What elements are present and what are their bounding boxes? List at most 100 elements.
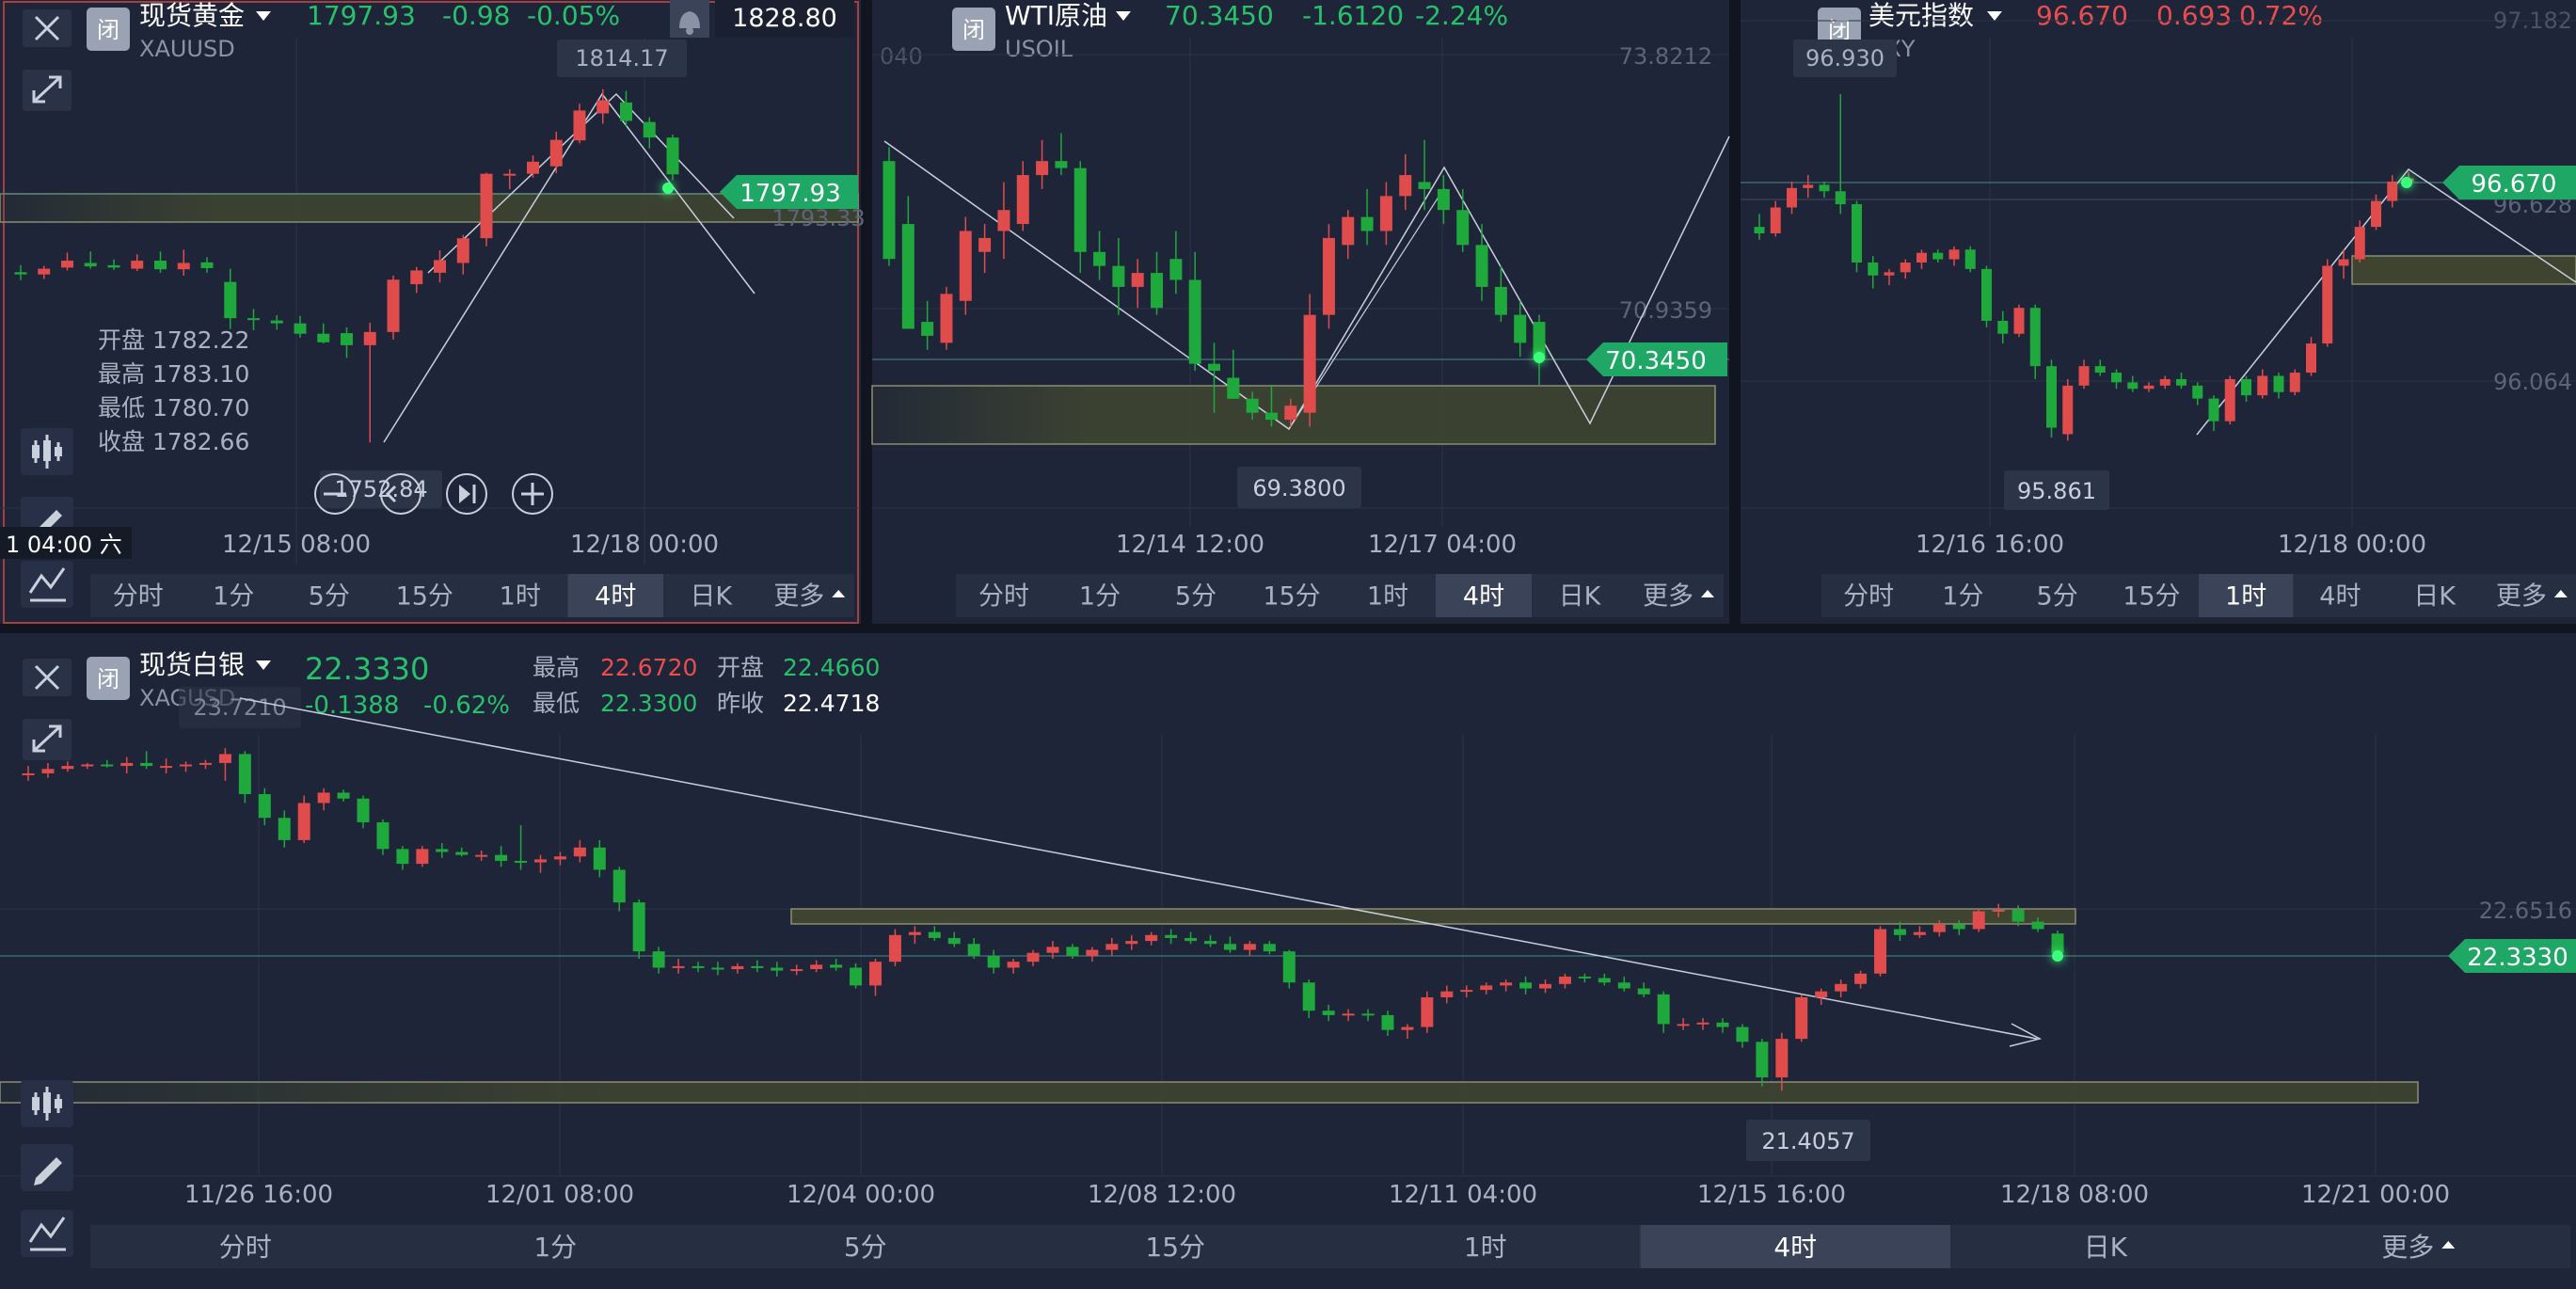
tab-3[interactable]: 15分 bbox=[1145, 1232, 1205, 1263]
instrument-name[interactable]: 美元指数 bbox=[1868, 0, 1974, 31]
candle-body bbox=[1795, 997, 1808, 1040]
tab-label: 日K bbox=[2413, 582, 2457, 612]
candle-body bbox=[883, 161, 896, 260]
high-marker-label: 96.930 bbox=[1805, 45, 1884, 72]
candle-body bbox=[154, 261, 167, 270]
tab-1[interactable]: 1分 bbox=[533, 1232, 577, 1263]
candle-body bbox=[652, 951, 665, 968]
tab-3[interactable]: 15分 bbox=[1263, 582, 1320, 612]
x-tick: 12/15 08:00 bbox=[222, 531, 371, 559]
bell-icon[interactable] bbox=[670, 0, 709, 38]
tab-2[interactable]: 5分 bbox=[309, 582, 350, 612]
x-tick: 12/08 12:00 bbox=[1088, 1181, 1236, 1209]
tab-2[interactable]: 5分 bbox=[1175, 582, 1216, 612]
tab-4[interactable]: 1时 bbox=[1367, 582, 1408, 612]
tab-1[interactable]: 1分 bbox=[1079, 582, 1121, 612]
candle-body bbox=[410, 270, 423, 285]
candle-body bbox=[1815, 991, 1828, 998]
candle-body bbox=[731, 965, 744, 970]
instrument-symbol: USOIL bbox=[1005, 36, 1073, 62]
tab-5[interactable]: 4时 bbox=[567, 574, 664, 617]
candle bbox=[1972, 908, 1985, 932]
candle-body bbox=[692, 965, 705, 968]
candle-body bbox=[771, 967, 784, 971]
candle-body bbox=[1519, 982, 1533, 989]
tab-5[interactable]: 4时 bbox=[1640, 1225, 1951, 1268]
close-icon[interactable] bbox=[23, 659, 72, 696]
tab-label: 更多 bbox=[2381, 1232, 2434, 1263]
tab-0[interactable]: 分时 bbox=[113, 582, 164, 612]
candle-body bbox=[2143, 385, 2155, 390]
candle-body bbox=[1055, 161, 1068, 168]
instrument-name[interactable]: WTI原油 bbox=[1005, 0, 1107, 31]
candle-body bbox=[1819, 184, 1830, 192]
candle-body bbox=[1066, 947, 1079, 956]
candle-body bbox=[573, 847, 586, 857]
candle-body bbox=[1381, 1014, 1394, 1030]
tab-0[interactable]: 分时 bbox=[1843, 582, 1894, 612]
candle-body bbox=[1401, 1026, 1414, 1030]
candle-body bbox=[1302, 982, 1315, 1011]
candle-body bbox=[363, 331, 376, 345]
candle-body bbox=[2159, 378, 2171, 386]
candle bbox=[387, 275, 400, 340]
expand-icon[interactable] bbox=[23, 719, 72, 760]
indicator-icon[interactable] bbox=[21, 1210, 73, 1257]
instrument-name[interactable]: 现货白银 bbox=[139, 649, 245, 680]
tab-4[interactable]: 1时 bbox=[1464, 1232, 1507, 1263]
close-icon[interactable] bbox=[23, 9, 72, 47]
candle-body bbox=[978, 237, 992, 252]
candle-body bbox=[533, 859, 547, 863]
tab-6[interactable]: 日K bbox=[690, 582, 733, 612]
candle-body bbox=[1086, 949, 1099, 956]
candle-body bbox=[1360, 216, 1374, 231]
expand-icon[interactable] bbox=[23, 70, 72, 111]
tab-5[interactable]: 4时 bbox=[1436, 574, 1532, 617]
candle-body bbox=[278, 818, 291, 840]
candle bbox=[416, 846, 429, 867]
tab-2[interactable]: 5分 bbox=[844, 1232, 887, 1263]
tab-4[interactable]: 1时 bbox=[500, 582, 541, 612]
tab-label: 1分 bbox=[1079, 582, 1121, 612]
candlestick-icon[interactable] bbox=[21, 428, 73, 475]
tab-1[interactable]: 1分 bbox=[1942, 582, 1983, 612]
pencil-icon[interactable] bbox=[21, 1144, 73, 1191]
candle-body bbox=[612, 869, 626, 903]
tab-label: 分时 bbox=[1843, 582, 1894, 612]
candle-body bbox=[475, 854, 488, 857]
cursor-time: 1 04:00 六 bbox=[6, 532, 122, 558]
stat-label: 开盘 bbox=[717, 654, 764, 681]
tab-label: 日K bbox=[1559, 582, 1602, 612]
tab-6[interactable]: 日K bbox=[2413, 582, 2457, 612]
tab-2[interactable]: 5分 bbox=[2037, 582, 2078, 612]
tab-label: 1时 bbox=[1367, 582, 1408, 612]
y-label: 73.8212 bbox=[1619, 43, 1712, 70]
candle-body bbox=[341, 333, 353, 345]
candle-body bbox=[1263, 944, 1276, 952]
tab-6[interactable]: 日K bbox=[2084, 1232, 2128, 1263]
tab-3[interactable]: 15分 bbox=[396, 582, 453, 612]
instrument-name[interactable]: 现货黄金 bbox=[139, 0, 245, 31]
candle-body bbox=[1456, 210, 1470, 246]
candle-body bbox=[1264, 412, 1278, 421]
tab-label: 5分 bbox=[1175, 582, 1216, 612]
tab-5[interactable]: 4时 bbox=[2319, 582, 2361, 612]
indicator-icon[interactable] bbox=[21, 561, 73, 608]
candle-body bbox=[1169, 259, 1183, 280]
y-label: 96.064 bbox=[2493, 369, 2572, 395]
tab-label: 15分 bbox=[1263, 582, 1320, 612]
candle bbox=[2046, 359, 2057, 438]
candle-body bbox=[2094, 366, 2106, 374]
tab-6[interactable]: 日K bbox=[1559, 582, 1602, 612]
tab-4[interactable]: 1时 bbox=[2199, 574, 2294, 617]
candle-body bbox=[81, 764, 94, 767]
tab-0[interactable]: 分时 bbox=[219, 1232, 272, 1263]
tab-1[interactable]: 1分 bbox=[213, 582, 254, 612]
tab-3[interactable]: 15分 bbox=[2123, 582, 2180, 612]
tab-0[interactable]: 分时 bbox=[978, 582, 1029, 612]
candlestick-icon[interactable] bbox=[21, 1080, 73, 1127]
oil-panel-bg bbox=[872, 0, 1729, 624]
candle-body bbox=[1558, 976, 1571, 984]
right-axis-partial-label: 1793.33 bbox=[771, 205, 865, 231]
candle-body bbox=[2208, 398, 2219, 422]
